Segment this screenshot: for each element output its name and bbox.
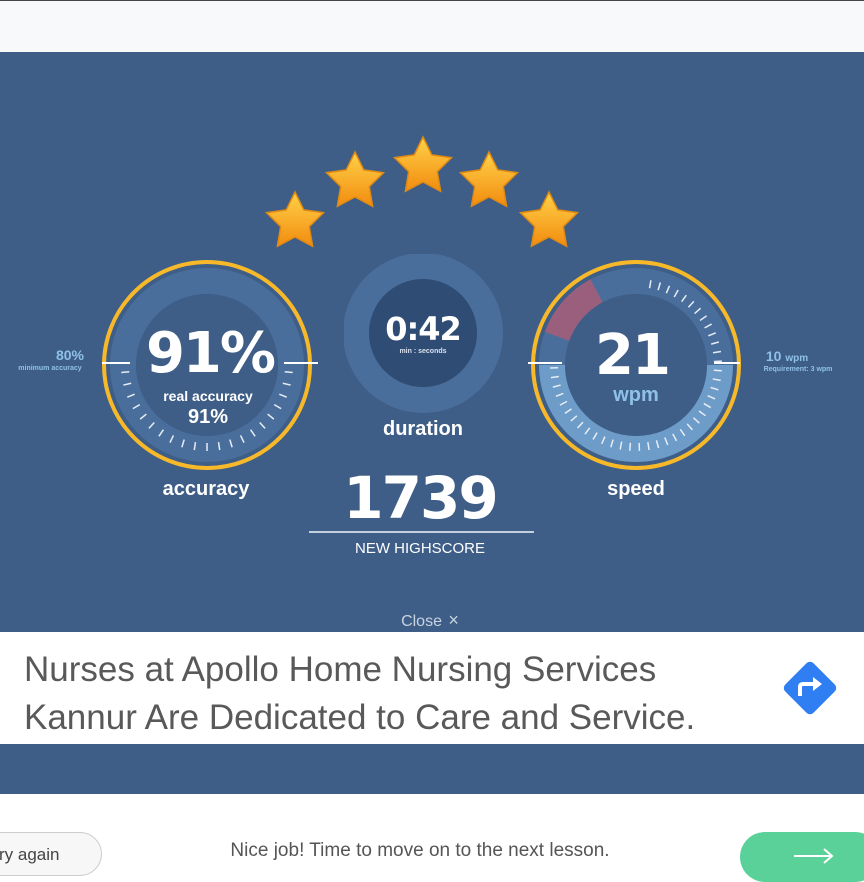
gauge-tick — [630, 443, 631, 451]
speed-value: 21 — [562, 324, 702, 388]
star-icon — [267, 192, 324, 246]
real-accuracy-value: 91% — [130, 406, 286, 429]
ad-text[interactable]: Nurses at Apollo Home Nursing Services K… — [24, 646, 764, 742]
duration-unit: min : seconds — [363, 348, 483, 355]
star-icon — [461, 152, 518, 206]
star-icon — [395, 137, 452, 191]
top-bar — [0, 0, 864, 52]
highscore-value: 1739 — [320, 466, 520, 530]
minimum-accuracy-value: 80% — [40, 347, 100, 363]
accuracy-label: accuracy — [136, 478, 276, 501]
try-again-button[interactable]: ry again — [0, 832, 102, 876]
duration-value: 0:42 — [363, 309, 483, 349]
speed-requirement-number: 10 — [766, 348, 782, 364]
gauge-tick — [714, 370, 722, 371]
highscore-label: NEW HIGHSCORE — [320, 540, 520, 557]
close-button[interactable]: Close × — [380, 610, 480, 631]
real-accuracy-label: real accuracy — [130, 388, 286, 404]
try-again-label: ry again — [0, 845, 59, 865]
minimum-accuracy-label: minimum accuracy — [4, 365, 96, 372]
ad-banner[interactable]: Nurses at Apollo Home Nursing Services K… — [0, 632, 864, 744]
star-rating — [0, 52, 864, 272]
accuracy-value: 91% — [130, 322, 290, 386]
lesson-message: Nice job! Time to move on to the next le… — [180, 840, 660, 862]
star-icon — [521, 192, 578, 246]
close-icon: × — [448, 610, 459, 630]
star-icon — [327, 152, 384, 206]
directions-icon[interactable] — [782, 660, 838, 716]
speed-requirement-label: Requirement: 3 wpm — [756, 366, 840, 373]
speed-unit: wpm — [586, 384, 686, 407]
close-label: Close — [401, 613, 442, 630]
speed-label: speed — [566, 478, 706, 501]
duration-label: duration — [353, 418, 493, 441]
speed-requirement-unit: wpm — [785, 353, 808, 364]
speed-requirement-value: 10 wpm — [752, 348, 822, 364]
score-divider — [309, 531, 534, 533]
arrow-right-icon — [792, 846, 836, 866]
next-lesson-button[interactable] — [740, 832, 864, 882]
gauge-tick — [121, 372, 129, 373]
